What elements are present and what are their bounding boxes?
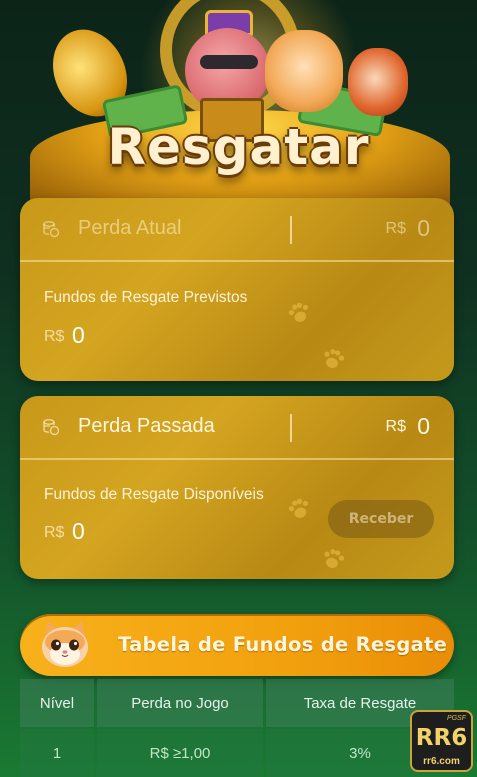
past-loss-label: Perda Passada xyxy=(78,415,215,437)
paw-print-icon xyxy=(288,498,309,518)
cat-mascot xyxy=(265,30,343,112)
header-divider xyxy=(290,414,292,442)
column-header-level: Nível xyxy=(20,679,94,727)
table-header-row: Nível Perda no Jogo Taxa de Resgate xyxy=(20,679,454,727)
paw-print-icon xyxy=(324,549,345,568)
expected-funds-amount: 0 xyxy=(72,322,85,348)
current-loss-label: Perda Atual xyxy=(78,217,182,239)
currency-symbol: R$ xyxy=(385,220,406,237)
bandit-mask xyxy=(200,55,258,69)
paw-print-icon xyxy=(288,302,309,322)
claim-button[interactable]: Receber xyxy=(328,500,434,538)
logo-brand: RR6 xyxy=(415,725,468,751)
cell-loss: R$ ≥1,00 xyxy=(97,729,263,777)
past-loss-card: Perda Passada R$ 0 Fundos de Resgate Dis… xyxy=(20,396,454,579)
hero-banner: Resgatar xyxy=(0,0,477,205)
currency-symbol: R$ xyxy=(385,418,406,435)
past-loss-amount: 0 xyxy=(417,413,430,439)
current-loss-card: Perda Atual R$ 0 Fundos de Resgate Previ… xyxy=(20,198,454,381)
page-title: Resgatar xyxy=(107,118,370,176)
expected-funds-label: Fundos de Resgate Previstos xyxy=(44,289,248,306)
cat-face-icon xyxy=(42,621,88,667)
rescue-table-banner: Tabela de Fundos de Resgate xyxy=(20,614,454,676)
rescue-table-title: Tabela de Fundos de Resgate xyxy=(118,633,448,656)
available-funds-label: Fundos de Resgate Disponíveis xyxy=(44,486,264,503)
logo-tag: PGSF xyxy=(446,715,466,722)
current-loss-header: Perda Atual R$ 0 xyxy=(20,198,454,262)
header-divider xyxy=(290,216,292,244)
paw-print-icon xyxy=(324,349,345,368)
current-loss-amount: 0 xyxy=(417,215,430,241)
currency-symbol: R$ xyxy=(44,328,65,345)
logo-domain: rr6.com xyxy=(423,756,460,767)
column-header-loss: Perda no Jogo xyxy=(97,679,263,727)
cell-level: 1 xyxy=(20,729,94,777)
coins-icon xyxy=(43,419,60,436)
brand-logo: PGSF RR6 rr6.com xyxy=(410,710,473,772)
past-loss-header: Perda Passada R$ 0 xyxy=(20,396,454,460)
table-row: 1 R$ ≥1,00 3% xyxy=(20,729,454,777)
currency-symbol: R$ xyxy=(44,524,65,541)
fox-mascot xyxy=(348,48,408,116)
coins-icon xyxy=(43,221,60,238)
available-funds-amount: 0 xyxy=(72,518,85,544)
